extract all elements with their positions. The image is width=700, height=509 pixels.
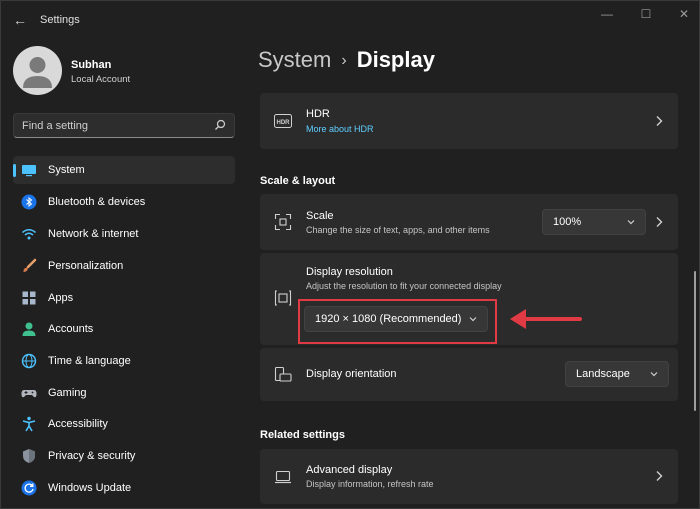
more-about-hdr-link[interactable]: More about HDR <box>306 124 374 134</box>
scale-dropdown[interactable]: 100% <box>542 209 646 235</box>
app-title: Settings <box>40 14 80 26</box>
resolution-icon <box>274 290 292 306</box>
sidebar-item-label: Accounts <box>48 323 94 335</box>
scale-dropdown-value: 100% <box>553 216 582 228</box>
breadcrumb: System › Display <box>258 47 435 73</box>
orientation-icon <box>274 366 292 382</box>
scrollbar-thumb[interactable] <box>694 271 696 411</box>
sidebar-item-label: Personalization <box>48 260 124 272</box>
close-button[interactable]: ✕ <box>673 7 695 21</box>
scale-card[interactable]: Scale Change the size of text, apps, and… <box>260 194 678 250</box>
display-orientation-title: Display orientation <box>306 368 397 380</box>
chevron-right-icon <box>656 116 663 126</box>
sidebar-item-network[interactable]: Network & internet <box>13 220 235 248</box>
brush-icon <box>23 258 37 272</box>
chevron-down-icon <box>627 220 635 225</box>
sidebar-item-label: System <box>48 164 85 176</box>
sidebar-item-time-language[interactable]: Time & language <box>13 347 235 375</box>
sidebar-item-windows-update[interactable]: Windows Update <box>13 474 235 502</box>
bluetooth-icon <box>21 194 37 210</box>
accessibility-icon <box>22 416 36 432</box>
update-icon <box>21 480 37 496</box>
sidebar-item-label: Network & internet <box>48 228 139 240</box>
advanced-display-title: Advanced display <box>306 464 393 476</box>
sidebar-item-privacy-security[interactable]: Privacy & security <box>13 442 235 470</box>
laptop-monitor-icon <box>275 470 291 484</box>
chevron-right-icon <box>656 217 663 227</box>
gamepad-icon <box>21 390 37 398</box>
sidebar-item-personalization[interactable]: Personalization <box>13 252 235 280</box>
sidebar-item-label: Windows Update <box>48 482 132 494</box>
sidebar-item-label: Privacy & security <box>48 450 136 462</box>
scale-subtitle: Change the size of text, apps, and other… <box>306 225 490 235</box>
scale-icon <box>274 213 292 231</box>
advanced-display-subtitle: Display information, refresh rate <box>306 479 434 489</box>
display-resolution-subtitle: Adjust the resolution to fit your connec… <box>306 281 502 291</box>
settings-window: ← Settings — ☐ ✕ Subhan Local Account Sy… <box>0 0 700 509</box>
person-icon <box>22 322 36 336</box>
minimize-button[interactable]: — <box>596 7 618 21</box>
sidebar-item-gaming[interactable]: Gaming <box>13 379 235 407</box>
display-orientation-value: Landscape <box>576 368 630 380</box>
profile-name: Subhan <box>71 59 112 71</box>
clock-globe-icon <box>21 353 37 369</box>
apps-icon <box>22 291 36 305</box>
sidebar-item-label: Time & language <box>48 355 131 367</box>
avatar[interactable] <box>13 46 62 95</box>
sidebar-item-label: Gaming <box>48 387 87 399</box>
hdr-icon-text: HDR <box>277 120 291 126</box>
search-icon[interactable] <box>214 119 226 131</box>
sidebar-item-bluetooth[interactable]: Bluetooth & devices <box>13 188 235 216</box>
annotation-arrow-icon <box>510 309 582 329</box>
sidebar-item-system[interactable]: System <box>13 156 235 184</box>
chevron-down-icon <box>650 372 658 377</box>
back-arrow-icon[interactable]: ← <box>11 11 29 29</box>
sidebar-item-apps[interactable]: Apps <box>13 284 235 312</box>
chevron-right-icon <box>656 471 663 481</box>
display-resolution-title: Display resolution <box>306 266 393 278</box>
sidebar-item-label: Accessibility <box>48 418 108 430</box>
search-input[interactable] <box>22 119 202 133</box>
section-header-related-settings: Related settings <box>260 429 345 441</box>
wifi-icon <box>22 229 36 240</box>
breadcrumb-parent[interactable]: System <box>258 47 331 72</box>
search-box <box>13 113 235 138</box>
hdr-card[interactable]: HDR HDR More about HDR <box>260 93 678 149</box>
hdr-title: HDR <box>306 108 330 120</box>
breadcrumb-separator: › <box>341 52 347 69</box>
active-indicator <box>13 164 16 177</box>
display-orientation-card: Display orientation Landscape <box>260 348 678 401</box>
sidebar-item-accessibility[interactable]: Accessibility <box>13 410 235 438</box>
monitor-icon <box>22 165 36 177</box>
section-header-scale-layout: Scale & layout <box>260 175 336 187</box>
profile-account-type: Local Account <box>71 74 131 85</box>
sidebar-item-accounts[interactable]: Accounts <box>13 315 235 343</box>
display-orientation-dropdown[interactable]: Landscape <box>565 361 669 387</box>
page-title: Display <box>356 47 435 72</box>
annotation-highlight-box <box>298 299 497 344</box>
title-bar: ← Settings — ☐ ✕ <box>1 1 700 39</box>
hdr-icon: HDR <box>274 114 292 128</box>
shield-icon <box>23 449 35 463</box>
person-silhouette-icon <box>23 57 52 88</box>
sidebar-item-label: Bluetooth & devices <box>48 196 146 208</box>
maximize-button[interactable]: ☐ <box>635 7 657 21</box>
advanced-display-card[interactable]: Advanced display Display information, re… <box>260 449 678 504</box>
sidebar-item-label: Apps <box>48 292 74 304</box>
scale-title: Scale <box>306 210 334 222</box>
